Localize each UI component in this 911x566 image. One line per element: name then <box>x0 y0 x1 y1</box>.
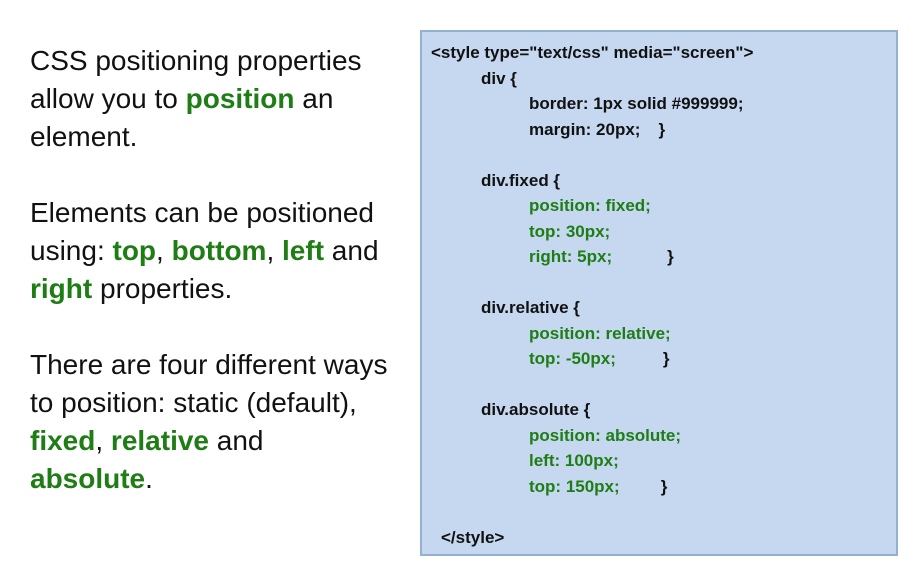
code-line-absolute-left: left: 100px; <box>529 451 619 470</box>
paragraph-offsets: Elements can be positioned using: top, b… <box>30 194 390 308</box>
code-line-div-selector: div { <box>481 68 517 88</box>
keyword-top: top <box>112 235 157 266</box>
paragraph-modes: There are four different ways to positio… <box>30 346 390 498</box>
keyword-relative: relative <box>110 425 209 456</box>
code-brace: } <box>667 247 674 266</box>
keyword-position: position <box>185 83 295 114</box>
code-block: <style type="text/css" media="screen"> d… <box>431 40 890 499</box>
paragraph-intro: CSS positioning properties allow you to … <box>30 42 390 156</box>
code-line-relative-position: position: relative; <box>529 323 671 343</box>
code-line-margin: margin: 20px;} <box>431 117 890 143</box>
code-line-fixed-position: position: fixed; <box>529 196 651 215</box>
code-text: right: 5px; <box>529 247 613 266</box>
code-line-fixed-selector: div.fixed { <box>481 170 561 190</box>
code-text: top: -50px; <box>529 349 616 368</box>
keyword-absolute: absolute <box>30 463 146 494</box>
code-line-absolute-position: position: absolute; <box>529 425 682 445</box>
code-text: top: 150px; <box>529 476 620 496</box>
text-span: and <box>324 235 379 266</box>
code-line-close-tag: </style> <box>441 528 505 547</box>
keyword-bottom: bottom <box>171 235 267 266</box>
code-line-open-tag: <style type="text/css" media="screen"> <box>431 43 754 62</box>
code-line-relative-selector: div.relative { <box>481 298 580 317</box>
code-line-fixed-top: top: 30px; <box>529 221 611 241</box>
keyword-fixed: fixed <box>30 425 96 456</box>
code-line-relative-top: top: -50px;} <box>431 346 890 372</box>
text-span: , <box>156 235 172 266</box>
text-span: , <box>95 425 111 456</box>
code-brace: } <box>662 349 670 368</box>
text-span: and <box>209 425 264 456</box>
code-line-absolute-top: top: 150px;} <box>431 474 890 500</box>
code-brace: } <box>658 119 666 139</box>
code-text: margin: 20px; <box>529 119 641 139</box>
code-line-border: border: 1px solid #999999; <box>529 94 744 113</box>
text-span: , <box>266 235 283 266</box>
text-span: . <box>145 463 153 494</box>
text-span: properties. <box>92 273 233 304</box>
code-brace: } <box>660 476 668 496</box>
code-line-absolute-selector: div.absolute { <box>481 400 591 419</box>
code-line-fixed-right: right: 5px;} <box>431 244 890 270</box>
keyword-left: left <box>282 235 325 266</box>
code-example-box: <style type="text/css" media="screen"> d… <box>420 30 898 556</box>
explanation-text: CSS positioning properties allow you to … <box>30 42 390 536</box>
text-span: There are four different ways to positio… <box>30 349 388 418</box>
keyword-right: right <box>30 273 93 304</box>
